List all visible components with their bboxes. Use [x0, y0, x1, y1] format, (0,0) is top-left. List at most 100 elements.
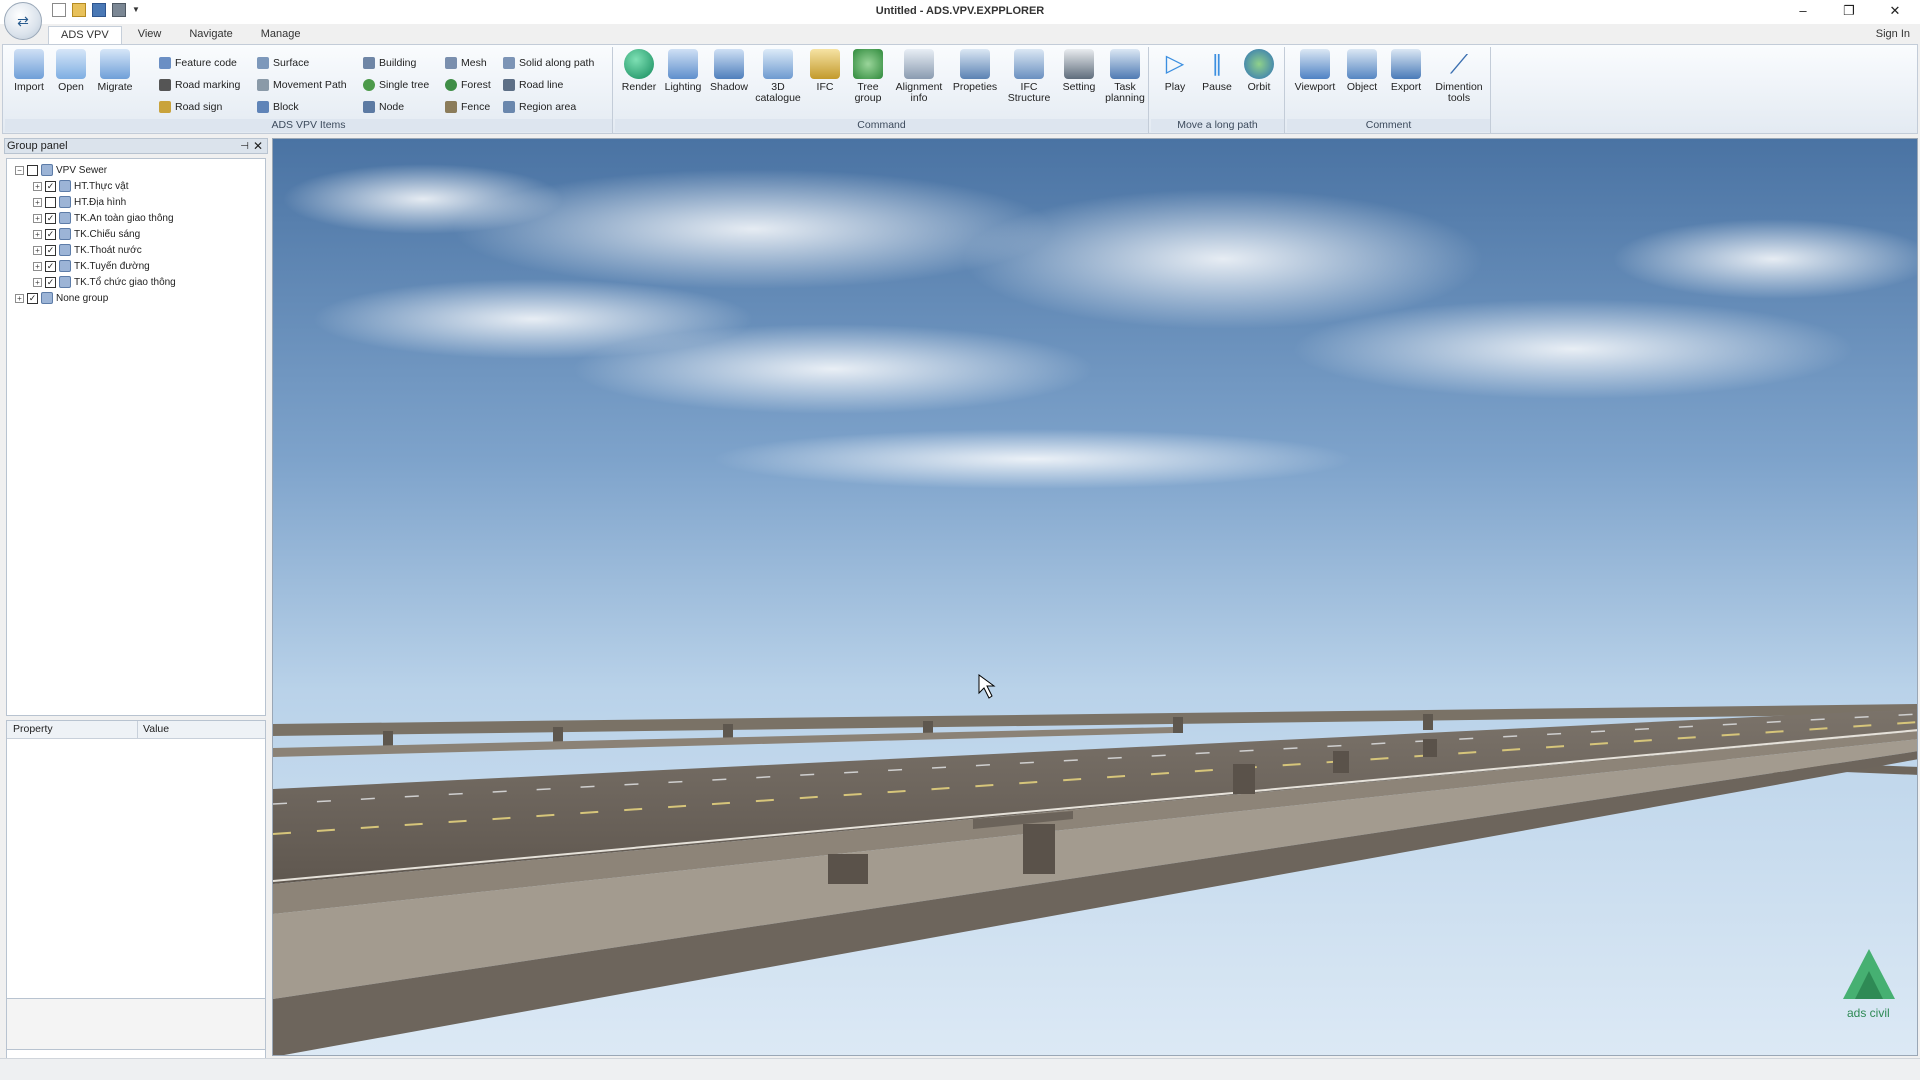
3d-catalogue-button[interactable]: 3D catalogue [753, 49, 803, 104]
dimention-tools-button[interactable]: ⟋ Dimention tools [1431, 49, 1487, 104]
tree-node-child[interactable]: + ✓ TK.Tuyến đường [33, 258, 150, 274]
pause-button[interactable]: ∥ Pause [1199, 49, 1235, 93]
ifc-structure-icon [1014, 49, 1044, 79]
expand-icon[interactable]: + [33, 181, 42, 191]
migrate-icon [100, 49, 130, 79]
property-column-header[interactable]: Property [13, 723, 53, 735]
application-menu-button[interactable]: ⇄ [4, 2, 42, 40]
scene-canvas[interactable]: ads civil [273, 139, 1918, 1056]
shadow-button[interactable]: Shadow [707, 49, 751, 93]
collapse-icon[interactable]: − [15, 165, 24, 175]
expand-icon[interactable]: + [33, 213, 42, 223]
fence-button[interactable]: Fence [445, 97, 490, 117]
new-icon[interactable] [52, 3, 66, 17]
alignment-info-button[interactable]: Alignment info [891, 49, 947, 104]
lighting-button[interactable]: Lighting [661, 49, 705, 93]
expand-icon[interactable]: + [33, 261, 42, 271]
tree-checkbox[interactable]: ✓ [45, 228, 56, 240]
render-icon [624, 49, 654, 79]
close-button[interactable]: ✕ [1872, 0, 1918, 22]
tree-checkbox[interactable]: ✓ [45, 244, 56, 256]
building-button[interactable]: Building [363, 53, 416, 73]
tree-node-child[interactable]: + ✓ TK.Tổ chức giao thông [33, 274, 176, 290]
play-button[interactable]: ▷ Play [1157, 49, 1193, 93]
open-button[interactable]: Open [53, 49, 89, 93]
mesh-button[interactable]: Mesh [445, 53, 487, 73]
window-title: Untitled - ADS.VPV.EXPPLORER [875, 5, 1045, 17]
value-column-header[interactable]: Value [143, 723, 169, 735]
3d-catalogue-icon [763, 49, 793, 79]
import-button[interactable]: Import [11, 49, 47, 93]
pin-icon[interactable]: ⊣ [240, 140, 249, 154]
tab-ads-vpv[interactable]: ADS VPV [48, 26, 122, 44]
viewport-button[interactable]: Viewport [1291, 49, 1339, 93]
tree-node-none-group[interactable]: + ✓ None group [15, 290, 108, 306]
tree-checkbox[interactable]: ✓ [45, 212, 56, 224]
render-button[interactable]: Render [619, 49, 659, 93]
print-icon[interactable] [112, 3, 126, 17]
expand-icon[interactable]: + [15, 293, 24, 303]
save-icon[interactable] [92, 3, 106, 17]
tree-node-child[interactable]: + ✓ TK.An toàn giao thông [33, 210, 174, 226]
tree-node-root[interactable]: − VPV Sewer [15, 162, 107, 178]
road-line-button[interactable]: Road line [503, 75, 563, 95]
surface-button[interactable]: Surface [257, 53, 309, 73]
open-folder-icon[interactable] [72, 3, 86, 17]
close-icon[interactable]: ✕ [253, 139, 263, 153]
lighting-icon [668, 49, 698, 79]
3d-viewport[interactable]: ads civil [272, 138, 1918, 1056]
tree-node-child[interactable]: + ✓ HT.Thực vật [33, 178, 128, 194]
tree-checkbox[interactable]: ✓ [45, 180, 56, 192]
expand-icon[interactable]: + [33, 277, 42, 287]
pause-icon: ∥ [1211, 51, 1223, 76]
node-button[interactable]: Node [363, 97, 404, 117]
solid-along-path-button[interactable]: Solid along path [503, 53, 594, 73]
movement-path-button[interactable]: Movement Path [257, 75, 347, 95]
tree-node-child[interactable]: + ✓ TK.Thoát nước [33, 242, 142, 258]
tree-group-button[interactable]: Tree group [847, 49, 889, 104]
tab-view[interactable]: View [126, 26, 174, 44]
tree-checkbox[interactable]: ✓ [45, 276, 56, 288]
sign-in-link[interactable]: Sign In [1876, 28, 1910, 40]
solid-along-path-icon [503, 57, 515, 69]
properties-button[interactable]: Propeties [949, 49, 1001, 93]
tree-checkbox[interactable] [45, 196, 56, 208]
expand-icon[interactable]: + [33, 245, 42, 255]
road-sign-button[interactable]: Road sign [159, 97, 222, 117]
orbit-button[interactable]: Orbit [1241, 49, 1277, 93]
group-node-icon [59, 212, 71, 224]
group-node-icon [59, 276, 71, 288]
single-tree-button[interactable]: Single tree [363, 75, 429, 95]
group-move-a-long-path: ▷ Play ∥ Pause Orbit Move a long path [1151, 47, 1285, 133]
block-button[interactable]: Block [257, 97, 299, 117]
tab-navigate[interactable]: Navigate [177, 26, 244, 44]
import-icon [14, 49, 44, 79]
migrate-button[interactable]: Migrate [95, 49, 135, 93]
region-area-icon [503, 101, 515, 113]
region-area-button[interactable]: Region area [503, 97, 576, 117]
feature-code-button[interactable]: Feature code [159, 53, 237, 73]
tree-node-child[interactable]: + HT.Địa hình [33, 194, 126, 210]
forest-button[interactable]: Forest [445, 75, 491, 95]
object-button[interactable]: Object [1341, 49, 1383, 93]
expand-icon[interactable]: + [33, 229, 42, 239]
column-divider[interactable] [137, 721, 138, 739]
restore-button[interactable]: ❐ [1826, 0, 1872, 22]
tree-group-icon [853, 49, 883, 79]
tree-checkbox[interactable] [27, 164, 38, 176]
feature-code-icon [159, 57, 171, 69]
tree-checkbox[interactable]: ✓ [27, 292, 38, 304]
expand-icon[interactable]: + [33, 197, 42, 207]
export-button[interactable]: Export [1385, 49, 1427, 93]
task-planning-button[interactable]: Task planning [1103, 49, 1147, 104]
tree-node-child[interactable]: + ✓ TK.Chiếu sáng [33, 226, 140, 242]
tree-checkbox[interactable]: ✓ [45, 260, 56, 272]
ifc-button[interactable]: IFC [805, 49, 845, 93]
setting-button[interactable]: Setting [1057, 49, 1101, 93]
export-icon [1391, 49, 1421, 79]
customize-dropdown-icon[interactable]: ▼ [132, 3, 140, 17]
tab-manage[interactable]: Manage [249, 26, 313, 44]
road-marking-button[interactable]: Road marking [159, 75, 240, 95]
minimize-button[interactable]: – [1780, 0, 1826, 22]
ifc-structure-button[interactable]: IFC Structure [1003, 49, 1055, 104]
